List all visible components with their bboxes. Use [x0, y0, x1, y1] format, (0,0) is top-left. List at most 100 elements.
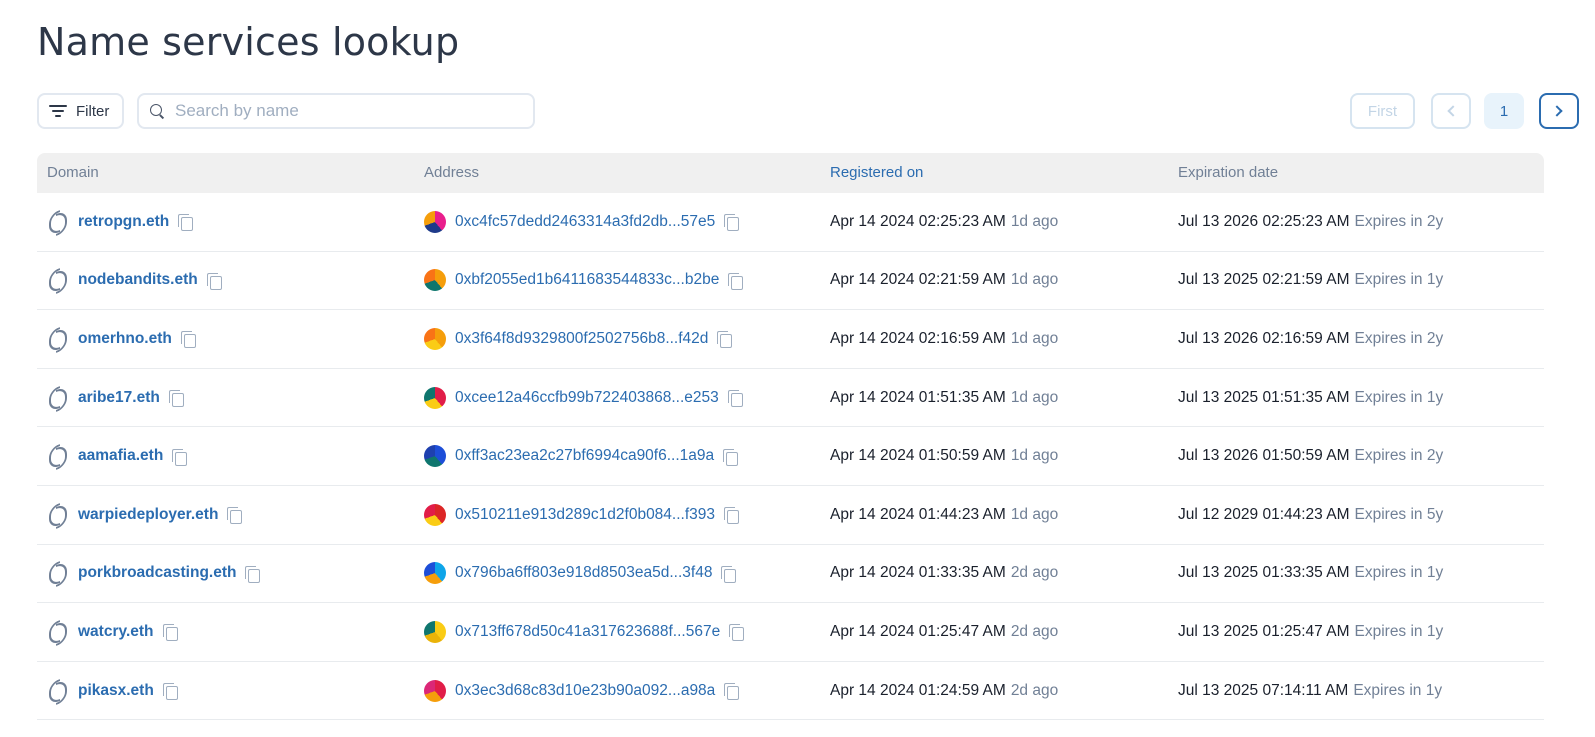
registered-cell: Apr 14 2024 01:51:35 AM 1d ago — [830, 369, 1058, 427]
registered-cell: Apr 14 2024 01:44:23 AM 1d ago — [830, 486, 1058, 544]
address-avatar — [424, 327, 446, 350]
expiration-date: Jul 13 2025 01:51:35 AM — [1178, 388, 1350, 406]
address-link[interactable]: 0xbf2055ed1b6411683544833c...b2be — [455, 271, 719, 289]
header-registered-on[interactable]: Registered on — [830, 164, 923, 181]
chevron-left-icon — [1447, 105, 1459, 117]
domain-link[interactable]: aamafia.eth — [78, 447, 163, 465]
table-row: aribe17.eth 0xcee12a46ccfb99b722403868..… — [37, 369, 1544, 428]
address-cell: 0x510211e913d289c1d2f0b084...f393 — [424, 486, 740, 544]
expires-in: Expires in 1y — [1354, 271, 1444, 289]
copy-icon[interactable] — [721, 565, 737, 583]
domain-cell: porkbroadcasting.eth — [47, 545, 261, 603]
address-link[interactable]: 0x713ff678d50c41a317623688f...567e — [455, 623, 720, 641]
table-row: omerhno.eth 0x3f64f8d9329800f2502756b8..… — [37, 310, 1544, 369]
copy-icon[interactable] — [172, 448, 188, 466]
next-page-button[interactable] — [1539, 93, 1579, 129]
copy-icon[interactable] — [724, 507, 740, 525]
table-header: Domain Address Registered on Expiration … — [37, 153, 1544, 193]
filter-button[interactable]: Filter — [37, 93, 124, 129]
expiration-date: Jul 12 2029 01:44:23 AM — [1178, 505, 1350, 523]
domain-link[interactable]: pikasx.eth — [78, 682, 154, 700]
registered-date: Apr 14 2024 01:50:59 AM — [830, 447, 1006, 465]
address-link[interactable]: 0xff3ac23ea2c27bf6994ca90f6...1a9a — [455, 447, 714, 465]
copy-icon[interactable] — [162, 683, 178, 701]
copy-icon[interactable] — [728, 272, 744, 290]
ens-icon — [47, 211, 69, 233]
domain-link[interactable]: nodebandits.eth — [78, 271, 198, 289]
copy-icon[interactable] — [227, 507, 243, 525]
search-box[interactable] — [137, 93, 535, 129]
domain-cell: omerhno.eth — [47, 310, 196, 368]
table-body: retropgn.eth 0xc4fc57dedd2463314a3fd2db.… — [37, 193, 1544, 721]
registered-ago: 1d ago — [1010, 329, 1059, 347]
copy-icon[interactable] — [724, 214, 740, 232]
copy-icon[interactable] — [162, 624, 178, 642]
expiration-date: Jul 13 2025 01:25:47 AM — [1178, 622, 1350, 640]
copy-icon[interactable] — [729, 624, 745, 642]
chevron-right-icon — [1551, 105, 1563, 117]
prev-page-button[interactable] — [1431, 93, 1471, 129]
address-link[interactable]: 0x796ba6ff803e918d8503ea5d...3f48 — [455, 564, 712, 582]
registered-date: Apr 14 2024 02:16:59 AM — [830, 329, 1006, 347]
domain-cell: watcry.eth — [47, 603, 178, 661]
filter-label: Filter — [76, 102, 110, 120]
address-link[interactable]: 0x510211e913d289c1d2f0b084...f393 — [455, 506, 715, 524]
table-row: warpiedeployer.eth 0x510211e913d289c1d2f… — [37, 486, 1544, 545]
expiration-cell: Jul 13 2025 02:21:59 AM Expires in 1y — [1178, 252, 1443, 310]
domain-link[interactable]: porkbroadcasting.eth — [78, 564, 236, 582]
domain-link[interactable]: watcry.eth — [78, 623, 154, 641]
address-avatar — [424, 503, 446, 526]
copy-icon[interactable] — [178, 214, 194, 232]
copy-icon[interactable] — [206, 272, 222, 290]
registered-ago: 1d ago — [1010, 212, 1059, 230]
registered-ago: 1d ago — [1010, 271, 1059, 289]
copy-icon[interactable] — [727, 390, 743, 408]
domain-link[interactable]: aribe17.eth — [78, 389, 160, 407]
registered-date: Apr 14 2024 02:25:23 AM — [830, 212, 1006, 230]
address-link[interactable]: 0xcee12a46ccfb99b722403868...e253 — [455, 389, 719, 407]
domain-link[interactable]: omerhno.eth — [78, 330, 172, 348]
copy-icon[interactable] — [245, 565, 261, 583]
address-link[interactable]: 0x3f64f8d9329800f2502756b8...f42d — [455, 330, 708, 348]
domain-link[interactable]: retropgn.eth — [78, 213, 169, 231]
expires-in: Expires in 1y — [1353, 681, 1443, 699]
copy-icon[interactable] — [724, 683, 740, 701]
address-cell: 0x3ec3d68c83d10e23b90a092...a98a — [424, 662, 740, 720]
address-link[interactable]: 0x3ec3d68c83d10e23b90a092...a98a — [455, 682, 715, 700]
registered-ago: 1d ago — [1010, 388, 1059, 406]
copy-icon[interactable] — [180, 331, 196, 349]
address-cell: 0x796ba6ff803e918d8503ea5d...3f48 — [424, 545, 737, 603]
address-cell: 0x713ff678d50c41a317623688f...567e — [424, 603, 745, 661]
copy-icon[interactable] — [723, 448, 739, 466]
registered-date: Apr 14 2024 01:33:35 AM — [830, 564, 1006, 582]
header-address: Address — [424, 164, 480, 181]
copy-icon[interactable] — [717, 331, 733, 349]
registered-date: Apr 14 2024 01:44:23 AM — [830, 505, 1006, 523]
domain-cell: aamafia.eth — [47, 427, 188, 485]
table-row: watcry.eth 0x713ff678d50c41a317623688f..… — [37, 603, 1544, 662]
domain-link[interactable]: warpiedeployer.eth — [78, 506, 218, 524]
copy-icon[interactable] — [168, 390, 184, 408]
domain-cell: nodebandits.eth — [47, 252, 222, 310]
address-link[interactable]: 0xc4fc57dedd2463314a3fd2db...57e5 — [455, 213, 715, 231]
expires-in: Expires in 1y — [1354, 622, 1444, 640]
expires-in: Expires in 1y — [1354, 564, 1444, 582]
address-cell: 0xc4fc57dedd2463314a3fd2db...57e5 — [424, 193, 740, 251]
toolbar: Filter First 1 — [37, 93, 1579, 129]
address-avatar — [424, 679, 446, 702]
address-avatar — [424, 269, 446, 292]
first-page-button[interactable]: First — [1350, 93, 1415, 129]
address-cell: 0xff3ac23ea2c27bf6994ca90f6...1a9a — [424, 427, 739, 485]
ens-icon — [47, 445, 69, 467]
page-title: Name services lookup — [37, 20, 460, 64]
expiration-cell: Jul 13 2025 01:25:47 AM Expires in 1y — [1178, 603, 1443, 661]
search-input[interactable] — [175, 101, 515, 121]
registered-ago: 1d ago — [1010, 505, 1059, 523]
current-page-indicator[interactable]: 1 — [1484, 93, 1524, 129]
domain-cell: pikasx.eth — [47, 662, 178, 720]
address-cell: 0xbf2055ed1b6411683544833c...b2be — [424, 252, 744, 310]
ens-icon — [47, 269, 69, 291]
expires-in: Expires in 1y — [1354, 388, 1444, 406]
registered-ago: 2d ago — [1010, 622, 1059, 640]
address-avatar — [424, 620, 446, 643]
